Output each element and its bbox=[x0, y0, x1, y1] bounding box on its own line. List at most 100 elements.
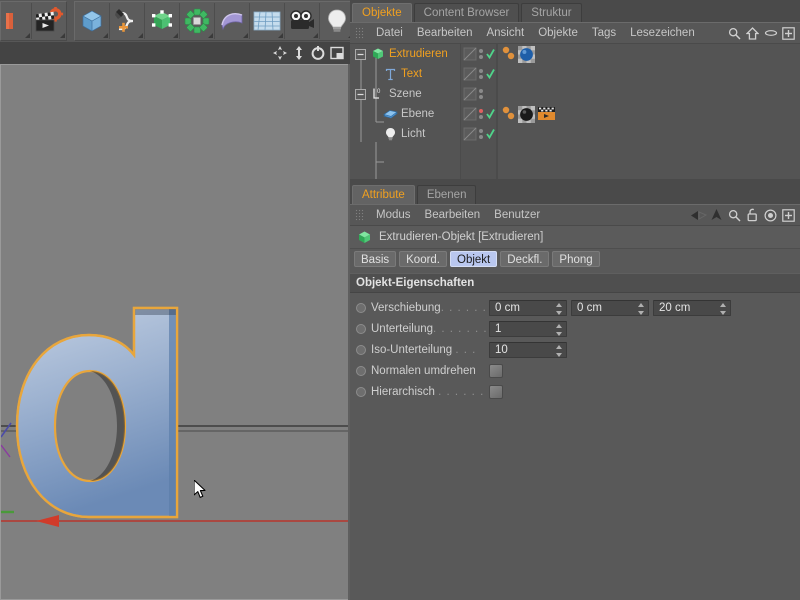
compositing-tag-icon[interactable] bbox=[537, 106, 556, 123]
verschiebung-x-field[interactable]: 0 cm bbox=[489, 299, 567, 316]
object-tree[interactable]: Extrudieren Text 0 Szene Ebene Licht bbox=[350, 44, 460, 179]
menu-lesezeichen[interactable]: Lesezeichen bbox=[623, 23, 702, 43]
menu-modus[interactable]: Modus bbox=[369, 205, 418, 225]
expander-minus-icon[interactable] bbox=[355, 48, 366, 60]
render-settings-icon[interactable] bbox=[32, 3, 66, 39]
dark-material-sphere[interactable] bbox=[518, 105, 535, 123]
expander-minus-icon[interactable] bbox=[355, 88, 366, 100]
tab-phong[interactable]: Phong bbox=[552, 251, 600, 267]
stepper-icon[interactable] bbox=[555, 323, 562, 336]
tab-objekte[interactable]: Objekte bbox=[352, 3, 412, 22]
tag-cell[interactable] bbox=[498, 104, 800, 124]
object-manager[interactable]: Extrudieren Text 0 Szene Ebene Licht bbox=[350, 44, 800, 179]
verschiebung-y-field[interactable]: 0 cm bbox=[571, 299, 649, 316]
toggle-layout-icon[interactable] bbox=[328, 44, 346, 62]
property-label: Verschiebung. . . . . . bbox=[371, 302, 489, 314]
section-header-objekt-eigenschaften: Objekt-Eigenschaften bbox=[350, 273, 800, 293]
render-view-icon[interactable] bbox=[1, 3, 32, 39]
rotate-view-icon[interactable] bbox=[309, 44, 327, 62]
lock-icon[interactable] bbox=[744, 206, 761, 224]
blue-material-sphere[interactable] bbox=[518, 45, 535, 63]
tag-cell[interactable] bbox=[498, 84, 800, 104]
property-row-iso-unterteilung: Iso-Unterteilung . . . 10 bbox=[350, 339, 800, 360]
normalen-umdrehen-checkbox[interactable] bbox=[489, 363, 503, 378]
menu-bearbeiten[interactable]: Bearbeiten bbox=[410, 23, 480, 43]
viewport-3d[interactable] bbox=[0, 64, 348, 600]
visibility-cell[interactable] bbox=[461, 44, 496, 64]
plus-box-icon[interactable] bbox=[780, 24, 797, 42]
menu-benutzer[interactable]: Benutzer bbox=[487, 205, 547, 225]
property-label: Iso-Unterteilung . . . bbox=[371, 344, 489, 356]
zoom-view-icon[interactable] bbox=[290, 44, 308, 62]
tab-content-browser[interactable]: Content Browser bbox=[413, 3, 520, 22]
unterteilung-field[interactable]: 1 bbox=[489, 320, 567, 337]
search-icon[interactable] bbox=[726, 206, 743, 224]
object-visibility-column[interactable] bbox=[460, 44, 497, 179]
object-row-text[interactable]: Text bbox=[350, 64, 460, 84]
tab-objekt[interactable]: Objekt bbox=[450, 251, 498, 267]
object-row-ebene[interactable]: Ebene bbox=[350, 104, 460, 124]
cinema4d-window: Objekte Content Browser Struktur Datei B… bbox=[0, 0, 800, 600]
move-view-icon[interactable] bbox=[271, 44, 289, 62]
hierarchisch-checkbox[interactable] bbox=[489, 384, 503, 399]
plus-box-icon[interactable] bbox=[780, 206, 797, 224]
cube-primitive-icon[interactable] bbox=[75, 3, 110, 39]
camera-icon[interactable] bbox=[285, 3, 320, 39]
property-bullet-icon[interactable] bbox=[356, 365, 366, 376]
menu-bearbeiten[interactable]: Bearbeiten bbox=[418, 205, 488, 225]
array-modeling-icon[interactable] bbox=[180, 3, 215, 39]
visibility-cell[interactable] bbox=[461, 124, 496, 144]
tag-cell[interactable] bbox=[498, 44, 800, 64]
menu-ansicht[interactable]: Ansicht bbox=[479, 23, 531, 43]
object-row-szene[interactable]: 0 Szene bbox=[350, 84, 460, 104]
search-icon[interactable] bbox=[726, 24, 743, 42]
viewport-header bbox=[0, 42, 350, 64]
stepper-icon[interactable] bbox=[637, 302, 644, 315]
tab-deckfl[interactable]: Deckfl. bbox=[500, 251, 550, 267]
tag-cell[interactable] bbox=[498, 64, 800, 84]
object-row-extrudieren[interactable]: Extrudieren bbox=[350, 44, 460, 64]
menu-objekte[interactable]: Objekte bbox=[531, 23, 585, 43]
up-arrow-icon[interactable] bbox=[708, 206, 725, 224]
home-icon[interactable] bbox=[744, 24, 761, 42]
object-name: Extrudieren bbox=[389, 48, 448, 60]
light-icon[interactable] bbox=[320, 3, 354, 39]
stepper-icon[interactable] bbox=[555, 344, 562, 357]
object-name: Ebene bbox=[401, 108, 435, 120]
object-tags-column[interactable] bbox=[497, 44, 800, 179]
property-label-text: Unterteilung bbox=[371, 322, 434, 335]
visibility-cell[interactable] bbox=[461, 84, 496, 104]
visibility-cell[interactable] bbox=[461, 64, 496, 84]
drag-grip-icon[interactable] bbox=[355, 209, 364, 221]
property-bullet-icon[interactable] bbox=[356, 344, 366, 355]
stepper-icon[interactable] bbox=[555, 302, 562, 315]
deformer-icon[interactable] bbox=[215, 3, 250, 39]
target-icon[interactable] bbox=[762, 206, 779, 224]
svg-text:0: 0 bbox=[377, 89, 381, 95]
ellipse-icon[interactable] bbox=[762, 24, 779, 42]
tag-cell[interactable] bbox=[498, 124, 800, 144]
field-value: 0 cm bbox=[495, 301, 520, 314]
object-row-licht[interactable]: Licht bbox=[350, 124, 460, 144]
property-label-text: Verschiebung bbox=[371, 301, 441, 314]
tab-struktur[interactable]: Struktur bbox=[521, 3, 582, 22]
property-bullet-icon[interactable] bbox=[356, 323, 366, 334]
verschiebung-z-field[interactable]: 20 cm bbox=[653, 299, 731, 316]
tab-koord[interactable]: Koord. bbox=[399, 251, 448, 267]
tab-attribute[interactable]: Attribute bbox=[352, 185, 415, 204]
property-row-unterteilung: Unterteilung. . . . . . . 1 bbox=[350, 318, 800, 339]
tab-basis[interactable]: Basis bbox=[354, 251, 397, 267]
property-bullet-icon[interactable] bbox=[356, 302, 366, 313]
stepper-icon[interactable] bbox=[719, 302, 726, 315]
drag-grip-icon[interactable] bbox=[355, 27, 364, 39]
menu-tags[interactable]: Tags bbox=[585, 23, 623, 43]
nurbs-generator-icon[interactable] bbox=[145, 3, 180, 39]
floor-environment-icon[interactable] bbox=[250, 3, 285, 39]
menu-datei[interactable]: Datei bbox=[369, 23, 410, 43]
spline-pen-icon[interactable] bbox=[110, 3, 145, 39]
tab-ebenen[interactable]: Ebenen bbox=[416, 185, 477, 204]
iso-unterteilung-field[interactable]: 10 bbox=[489, 341, 567, 358]
property-bullet-icon[interactable] bbox=[356, 386, 366, 397]
visibility-cell[interactable] bbox=[461, 104, 496, 124]
back-arrow-icon[interactable] bbox=[690, 206, 707, 224]
